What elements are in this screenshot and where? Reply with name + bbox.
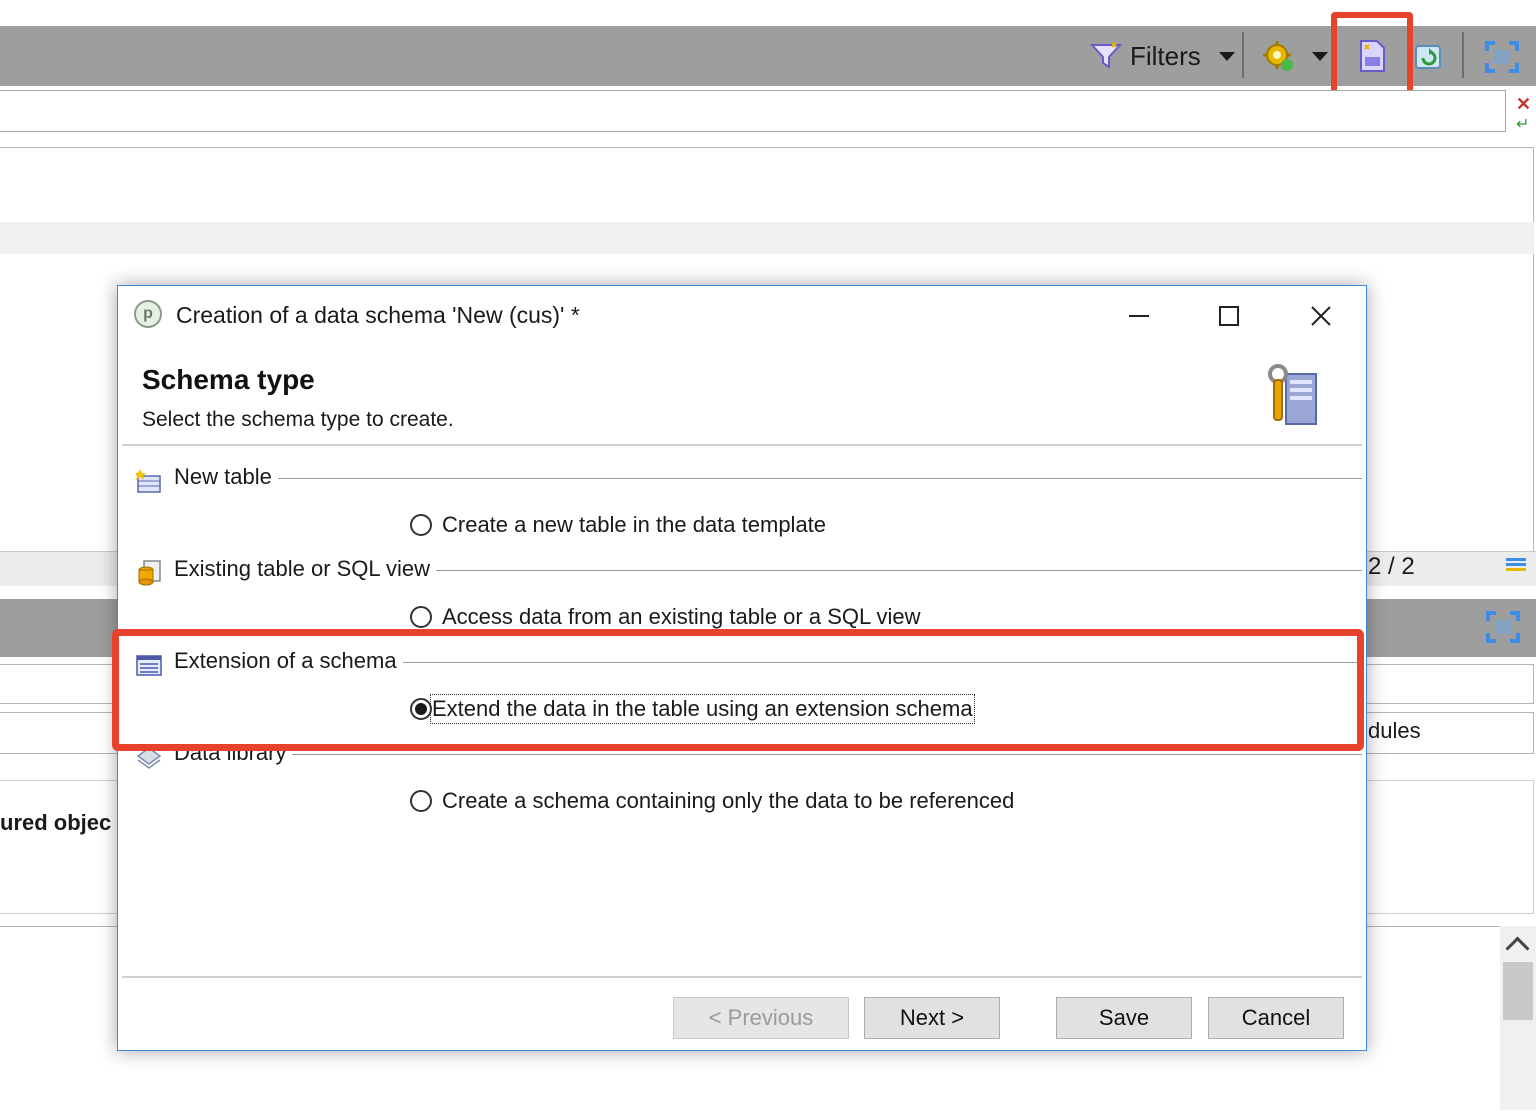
minimize-button[interactable] xyxy=(1114,296,1164,336)
detail-label: ured objec xyxy=(0,810,112,835)
clear-filter-icon[interactable]: ✕ xyxy=(1516,94,1531,115)
minimize-icon xyxy=(1129,315,1149,317)
chevron-down-icon[interactable] xyxy=(1312,51,1328,61)
schema-tools-icon xyxy=(1268,364,1317,425)
radio-label[interactable]: Access data from an existing table or a … xyxy=(442,604,921,630)
toolbar-separator xyxy=(1462,32,1464,78)
close-icon xyxy=(1311,306,1331,326)
existing-table-icon xyxy=(138,560,161,586)
maximize-window-button[interactable] xyxy=(1204,296,1254,336)
cancel-button[interactable]: Cancel xyxy=(1208,997,1344,1039)
chevron-up-icon[interactable] xyxy=(1505,936,1530,961)
gear-new-icon xyxy=(1263,41,1293,71)
radio-button[interactable] xyxy=(410,514,432,536)
maximize-button[interactable] xyxy=(1484,40,1520,74)
apply-filter-icon[interactable]: ↵ xyxy=(1516,114,1529,134)
new-button-highlight xyxy=(1331,12,1413,100)
section-label: Existing table or SQL view xyxy=(174,556,436,582)
filter-input[interactable] xyxy=(0,90,1506,132)
toolbar-separator xyxy=(1242,32,1244,78)
refresh-button[interactable] xyxy=(1412,38,1446,74)
scroll-thumb[interactable] xyxy=(1503,962,1533,1020)
save-button[interactable]: Save xyxy=(1056,997,1192,1039)
wizard-header: Schema type Select the schema type to cr… xyxy=(122,348,1362,444)
maximize-icon xyxy=(1485,41,1519,73)
section-divider xyxy=(174,754,1362,755)
maximize-icon[interactable] xyxy=(1486,611,1520,643)
radio-new-table[interactable]: Create a new table in the data template xyxy=(410,508,826,542)
previous-button[interactable]: < Previous xyxy=(673,997,849,1039)
radio-label[interactable]: Create a schema containing only the data… xyxy=(442,788,1014,814)
footer-divider xyxy=(122,976,1362,978)
extension-option-highlight xyxy=(112,629,1364,751)
radio-button[interactable] xyxy=(410,606,432,628)
filters-label: Filters xyxy=(1130,40,1201,71)
dialog-titlebar[interactable]: p Creation of a data schema 'New (cus)' … xyxy=(118,286,1366,346)
section-divider xyxy=(174,478,1362,479)
radio-data-library[interactable]: Create a schema containing only the data… xyxy=(410,784,1014,818)
next-button[interactable]: Next > xyxy=(864,997,1000,1039)
radio-label[interactable]: Create a new table in the data template xyxy=(442,512,826,538)
filters-button[interactable]: Filters xyxy=(1090,38,1235,74)
radio-button[interactable] xyxy=(410,790,432,812)
header-divider xyxy=(122,444,1362,446)
filter-icon xyxy=(1090,42,1122,69)
refresh-icon xyxy=(1415,45,1441,69)
chevron-down-icon[interactable] xyxy=(1218,51,1235,61)
page-title: Schema type xyxy=(142,364,315,395)
dialog-title: Creation of a data schema 'New (cus)' * xyxy=(176,302,580,328)
detail-field-text: dules xyxy=(1368,718,1421,743)
main-toolbar: Filters xyxy=(0,26,1536,86)
app-logo-icon: p xyxy=(134,300,162,328)
close-button[interactable] xyxy=(1296,296,1346,336)
maximize-window-icon xyxy=(1219,306,1239,326)
page-subtitle: Select the schema type to create. xyxy=(142,408,454,431)
section-label: New table xyxy=(174,464,278,490)
list-row[interactable] xyxy=(0,222,1534,254)
menu-lines-icon[interactable] xyxy=(1506,556,1526,578)
page-count: 2 / 2 xyxy=(1368,553,1415,580)
section-existing-table: Existing table or SQL view xyxy=(132,554,1362,594)
section-new-table: New table xyxy=(132,462,1362,502)
new-table-icon xyxy=(136,469,161,493)
actions-button[interactable] xyxy=(1262,38,1328,74)
